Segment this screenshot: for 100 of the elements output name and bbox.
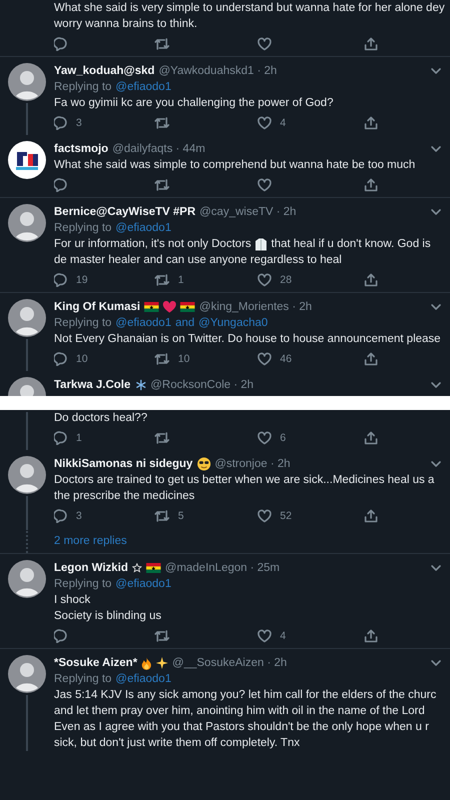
chevron-icon[interactable] (430, 145, 442, 153)
replying-to-label: Replying to (54, 672, 112, 687)
tweet-text: Not Every Ghanaian is on Twitter. Do house to house announcement please (54, 332, 441, 347)
display-name: Yaw_koduah@skd (54, 64, 155, 79)
avatar (8, 299, 46, 337)
display-name: Tarkwa J.Cole (54, 378, 130, 393)
tweet-text: Do doctors heal?? (54, 411, 148, 426)
reply-icon (54, 629, 68, 643)
tweet-text: worry wanna brains to think. (54, 17, 198, 32)
display-name: NikkiSamonas ni sideguy (54, 457, 193, 472)
retweet-button[interactable]: 1 (154, 273, 257, 287)
tweet-text: Doctors are trained to get us better when we are sick...Medicines heal us a (54, 473, 434, 488)
flag-icon (180, 302, 196, 312)
retweet-icon (154, 431, 170, 445)
tweet-text: Jas 5:14 KJV Is any sick among you? let him call for the elders of the churc (54, 688, 436, 703)
share-icon (364, 116, 378, 130)
tweet-text: sick, but don't just write them off completely. Tnx (54, 736, 300, 751)
mention-link[interactable]: @Yungacha0 (198, 315, 268, 331)
retweet-icon (154, 352, 170, 366)
heart-emoji-icon (163, 301, 176, 313)
fire-icon (141, 656, 152, 670)
mention-link[interactable]: @efiaodo1 (116, 315, 172, 331)
reply-button[interactable]: 19 (54, 273, 154, 287)
snowflake-icon (134, 379, 146, 391)
share-icon (364, 629, 378, 643)
tweet-text: Society is blinding us (54, 609, 162, 624)
handle-and-time: @Yawkoduahskd1 · 2h (158, 64, 277, 79)
chevron-icon[interactable] (430, 208, 442, 216)
heart-icon (257, 352, 272, 366)
chevron-icon[interactable] (430, 303, 442, 311)
tweet-text: de master healer and can use anyone regardless to heal (54, 253, 342, 268)
conjunction-text: and (175, 316, 195, 331)
share-icon (364, 509, 378, 523)
display-name: factsmojo (54, 142, 108, 157)
share-icon (364, 273, 378, 287)
replying-to-label: Replying to (54, 316, 112, 331)
handle-and-time: @__SosukeAizen · 2h (172, 656, 287, 671)
tweet-text: and let them pray over him, anointing him with oil in the name of the Lord (54, 704, 425, 719)
chevron-icon[interactable] (430, 564, 442, 572)
retweet-icon (154, 273, 170, 287)
tweet-text: What she said was simple to comprehend but wanna hate be too much (54, 158, 416, 173)
handle-and-time: @dailyfaqts · 44m (112, 142, 206, 157)
heart-icon (257, 431, 272, 445)
like-button[interactable]: 28 (257, 273, 364, 287)
avatar (8, 456, 46, 494)
tweet-text: What she said is very simple to understand but wanna hate for her alone dey (54, 1, 445, 16)
mention-link[interactable]: @efiaodo1 (116, 79, 172, 95)
mention-link[interactable]: @efiaodo1 (116, 576, 172, 592)
heart-icon (257, 509, 272, 523)
share-icon (364, 37, 378, 51)
tweet-text: I shock (54, 593, 90, 608)
more-replies-link[interactable]: 2 more replies (54, 528, 127, 553)
reply-icon (54, 431, 68, 445)
sunglasses-face-icon (196, 457, 211, 471)
like-button[interactable]: 46 (257, 352, 364, 366)
replying-to-label: Replying to (54, 80, 112, 95)
retweet-icon (154, 116, 170, 130)
retweet-icon (154, 629, 170, 643)
heart-icon (257, 116, 272, 130)
mention-link[interactable]: @efiaodo1 (116, 220, 172, 236)
star-icon (132, 563, 142, 573)
chevron-icon[interactable] (430, 460, 442, 468)
flag-icon (146, 563, 162, 573)
share-icon (364, 352, 378, 366)
mention-link[interactable]: @efiaodo1 (116, 671, 172, 687)
reply-button[interactable]: 3 (54, 116, 154, 130)
tweet-text: Even as I agree with you that Pastors shouldn't be the only hope when u r (54, 720, 429, 735)
tweet-text: For ur information, it's not only Doctors (54, 237, 252, 252)
retweet-button[interactable]: 10 (154, 352, 257, 366)
share-icon (364, 431, 378, 445)
like-button[interactable]: 4 (257, 629, 364, 643)
reply-icon (54, 37, 68, 51)
handle-and-time: @RocksonCole · 2h (150, 378, 254, 393)
like-button[interactable]: 6 (257, 431, 364, 445)
handle-and-time: @madeInLegon · 25m (165, 561, 280, 576)
chevron-icon[interactable] (430, 381, 442, 389)
retweet-icon (154, 37, 170, 51)
avatar (8, 655, 46, 693)
share-icon (364, 178, 378, 192)
retweet-icon (154, 509, 170, 523)
heart-icon (257, 273, 272, 287)
heart-icon (257, 37, 272, 51)
display-name: King Of Kumasi (54, 300, 140, 315)
reply-button[interactable]: 3 (54, 509, 154, 523)
replying-to-label: Replying to (54, 577, 112, 592)
avatar (8, 63, 46, 101)
like-button[interactable]: 4 (257, 116, 364, 130)
handle-and-time: @king_Morientes · 2h (199, 300, 312, 315)
chevron-icon[interactable] (430, 659, 442, 667)
tweet-text: that heal if u don't know. God is (271, 237, 431, 252)
tweet-text: the prescribe the medicines (54, 489, 195, 504)
tweet-text: Fa wo gyimii kc are you challenging the power of God? (54, 96, 334, 111)
reply-button[interactable]: 10 (54, 352, 154, 366)
handle-and-time: @cay_wiseTV · 2h (200, 205, 296, 220)
retweet-button[interactable]: 5 (154, 509, 257, 523)
lab-coat-icon (255, 238, 268, 250)
chevron-icon[interactable] (430, 67, 442, 75)
reply-button[interactable]: 1 (54, 431, 154, 445)
like-button[interactable]: 52 (257, 509, 364, 523)
retweet-icon (154, 178, 170, 192)
